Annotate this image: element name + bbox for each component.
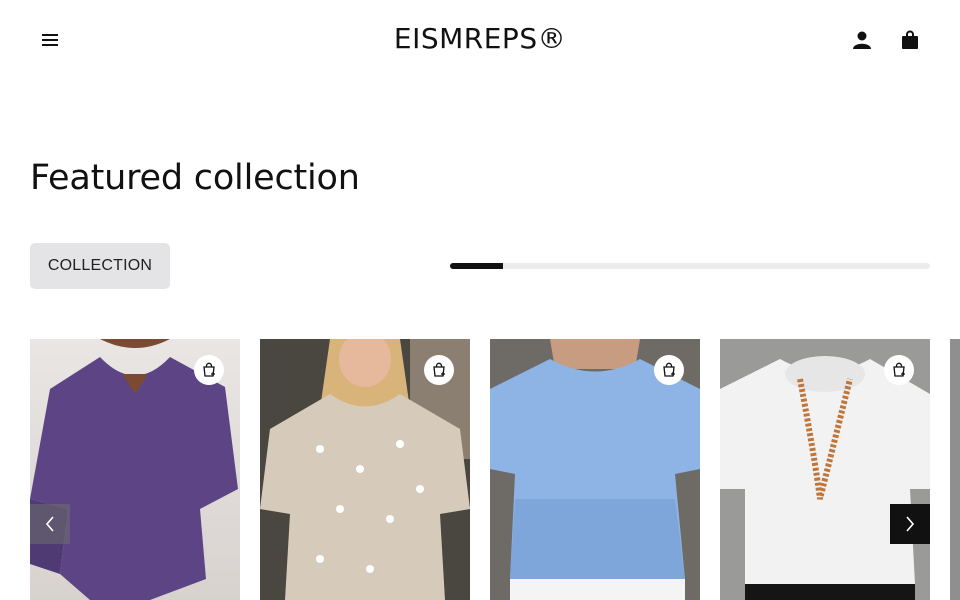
quick-add-cart-icon[interactable]	[654, 355, 684, 385]
product-carousel	[30, 339, 960, 600]
user-icon[interactable]	[850, 28, 874, 52]
chevron-left-icon[interactable]	[30, 504, 70, 544]
quick-add-cart-icon[interactable]	[884, 355, 914, 385]
product-card[interactable]	[260, 339, 470, 600]
slider-progress-track[interactable]	[450, 263, 930, 269]
product-card-partial[interactable]	[950, 339, 960, 600]
brand-logo[interactable]: EISMREPS®	[0, 22, 960, 55]
product-card[interactable]	[30, 339, 240, 600]
shopping-bag-icon[interactable]	[898, 28, 922, 52]
collection-button[interactable]: COLLECTION	[30, 243, 170, 289]
quick-add-cart-icon[interactable]	[194, 355, 224, 385]
product-card[interactable]	[720, 339, 930, 600]
chevron-right-icon[interactable]	[890, 504, 930, 544]
section-title: Featured collection	[30, 158, 360, 198]
quick-add-cart-icon[interactable]	[424, 355, 454, 385]
product-image[interactable]	[950, 339, 960, 600]
brand-name[interactable]: EISMREPS®	[394, 22, 566, 55]
slider-progress-fill	[450, 263, 503, 269]
site-header: EISMREPS®	[0, 0, 960, 80]
product-card[interactable]	[490, 339, 700, 600]
